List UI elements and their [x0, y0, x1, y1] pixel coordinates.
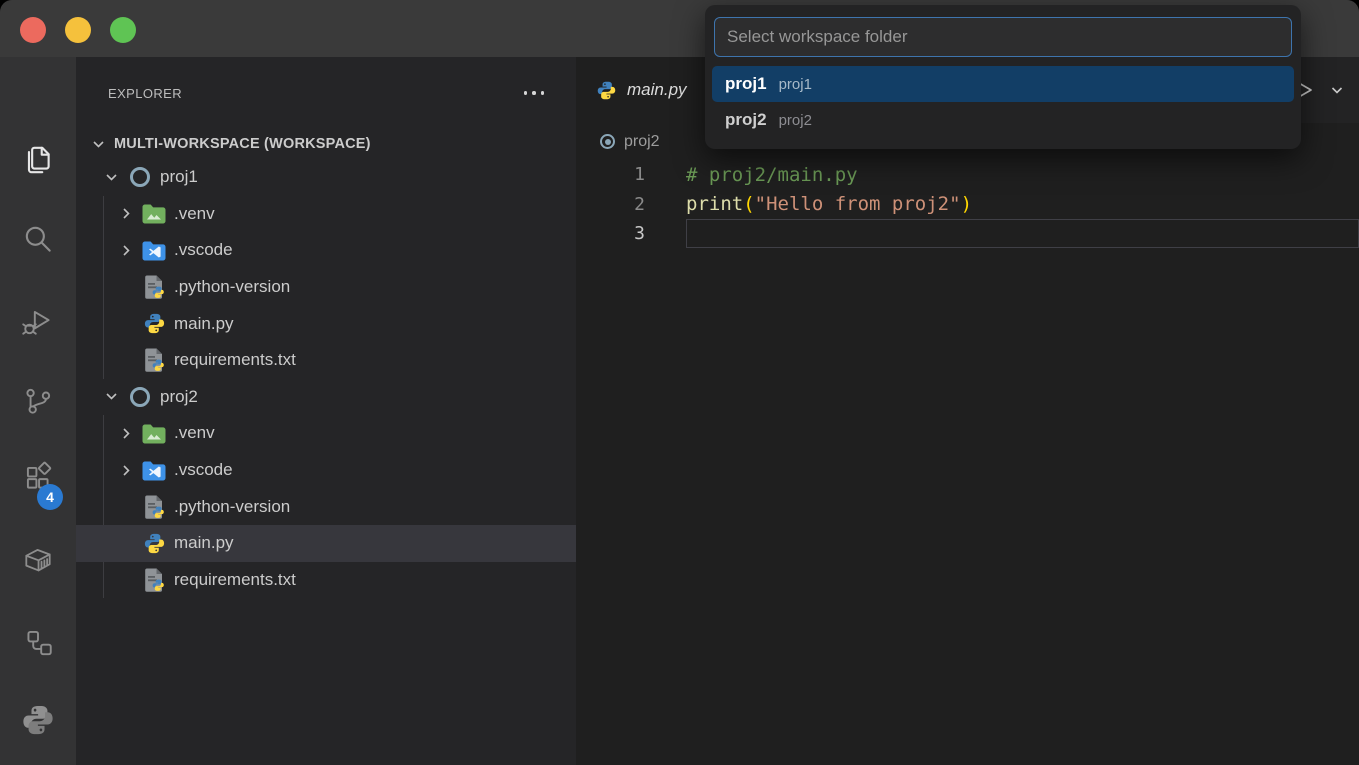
tree-item-venv[interactable]: .venv: [76, 196, 576, 233]
python-config-file-icon: [138, 274, 170, 300]
chevron-right-icon[interactable]: [114, 205, 138, 222]
code-line: 1 # proj2/main.py: [576, 160, 1359, 190]
chevron-down-icon[interactable]: [86, 136, 110, 153]
workspace-root-icon: [124, 387, 156, 407]
workspace-section-label: MULTI-WORKSPACE (WORKSPACE): [114, 136, 371, 152]
close-button[interactable]: [20, 17, 46, 43]
remote-icon: [21, 625, 55, 659]
minimize-button[interactable]: [65, 17, 91, 43]
sidebar-item-explorer[interactable]: [0, 121, 76, 199]
line-number: 2: [576, 194, 645, 215]
python-config-file-icon: [138, 347, 170, 373]
python-icon: [20, 702, 56, 738]
chevron-right-icon[interactable]: [114, 425, 138, 442]
file-tree: proj1 .venv .vscode: [76, 159, 576, 598]
current-line-highlight: [686, 219, 1359, 248]
breadcrumb-label: proj2: [624, 133, 660, 151]
chevron-down-icon[interactable]: [98, 169, 124, 186]
activity-bar: 4: [0, 57, 76, 765]
python-file-icon: [138, 312, 170, 335]
sidebar-item-run-debug[interactable]: [0, 283, 76, 361]
sidebar-item-extensions[interactable]: 4: [0, 438, 76, 516]
line-number: 3: [576, 223, 645, 244]
vscode-window: 4: [0, 0, 1359, 765]
root-folder-icon: [600, 134, 615, 149]
source-control-icon: [21, 384, 55, 418]
code-line: 2 print("Hello from proj2"): [576, 190, 1359, 220]
traffic-lights: [20, 17, 136, 43]
editor-group: main.py × proj2 1 # proj2/main.py 2 prin…: [576, 57, 1359, 765]
venv-folder-icon: [138, 423, 170, 444]
sidebar-item-containers[interactable]: [0, 521, 76, 599]
search-icon: [21, 223, 55, 257]
python-config-file-icon: [138, 567, 170, 593]
explorer-header: EXPLORER: [76, 57, 576, 129]
python-config-file-icon: [138, 494, 170, 520]
vscode-folder-icon: [138, 460, 170, 481]
code-editor[interactable]: 1 # proj2/main.py 2 print("Hello from pr…: [576, 160, 1359, 249]
quickpick-panel: proj1 proj1 proj2 proj2: [705, 5, 1301, 149]
vscode-folder-icon: [138, 240, 170, 261]
debug-icon: [21, 305, 55, 339]
quickpick-item-proj2[interactable]: proj2 proj2: [712, 102, 1294, 138]
tree-item-proj1[interactable]: proj1: [76, 159, 576, 196]
chevron-right-icon[interactable]: [114, 462, 138, 479]
python-file-icon: [596, 80, 617, 101]
chevron-down-icon[interactable]: [1328, 81, 1346, 99]
workspace-section-header[interactable]: MULTI-WORKSPACE (WORKSPACE): [76, 129, 576, 159]
tree-item-python-version[interactable]: .python-version: [76, 488, 576, 525]
tree-item-python-version[interactable]: .python-version: [76, 269, 576, 306]
chevron-down-icon[interactable]: [98, 388, 124, 405]
tree-item-vscode[interactable]: .vscode: [76, 232, 576, 269]
tree-item-venv[interactable]: .venv: [76, 415, 576, 452]
sidebar-item-remote-explorer[interactable]: [0, 603, 76, 681]
tree-item-main-py[interactable]: main.py: [76, 305, 576, 342]
tree-item-requirements[interactable]: requirements.txt: [76, 342, 576, 379]
sidebar-item-source-control[interactable]: [0, 362, 76, 440]
zoom-button[interactable]: [110, 17, 136, 43]
sidebar-item-python[interactable]: [0, 681, 76, 759]
files-icon: [21, 143, 55, 177]
tree-item-proj2[interactable]: proj2: [76, 379, 576, 416]
venv-folder-icon: [138, 203, 170, 224]
python-file-icon: [138, 532, 170, 555]
quickpick-input[interactable]: [714, 17, 1292, 57]
quickpick-item-proj1[interactable]: proj1 proj1: [712, 66, 1294, 102]
extensions-badge: 4: [37, 484, 63, 510]
explorer-sidebar: EXPLORER MULTI-WORKSPACE (WORKSPACE) pro…: [76, 57, 576, 765]
container-icon: [21, 543, 55, 577]
workspace-root-icon: [124, 167, 156, 187]
tree-item-requirements[interactable]: requirements.txt: [76, 562, 576, 599]
more-actions-icon[interactable]: [522, 85, 547, 101]
explorer-title: EXPLORER: [108, 86, 522, 101]
tree-item-vscode[interactable]: .vscode: [76, 452, 576, 489]
tab-label: main.py: [627, 80, 687, 100]
sidebar-item-search[interactable]: [0, 201, 76, 279]
tree-item-main-py-selected[interactable]: main.py: [76, 525, 576, 562]
line-number: 1: [576, 164, 645, 185]
chevron-right-icon[interactable]: [114, 242, 138, 259]
